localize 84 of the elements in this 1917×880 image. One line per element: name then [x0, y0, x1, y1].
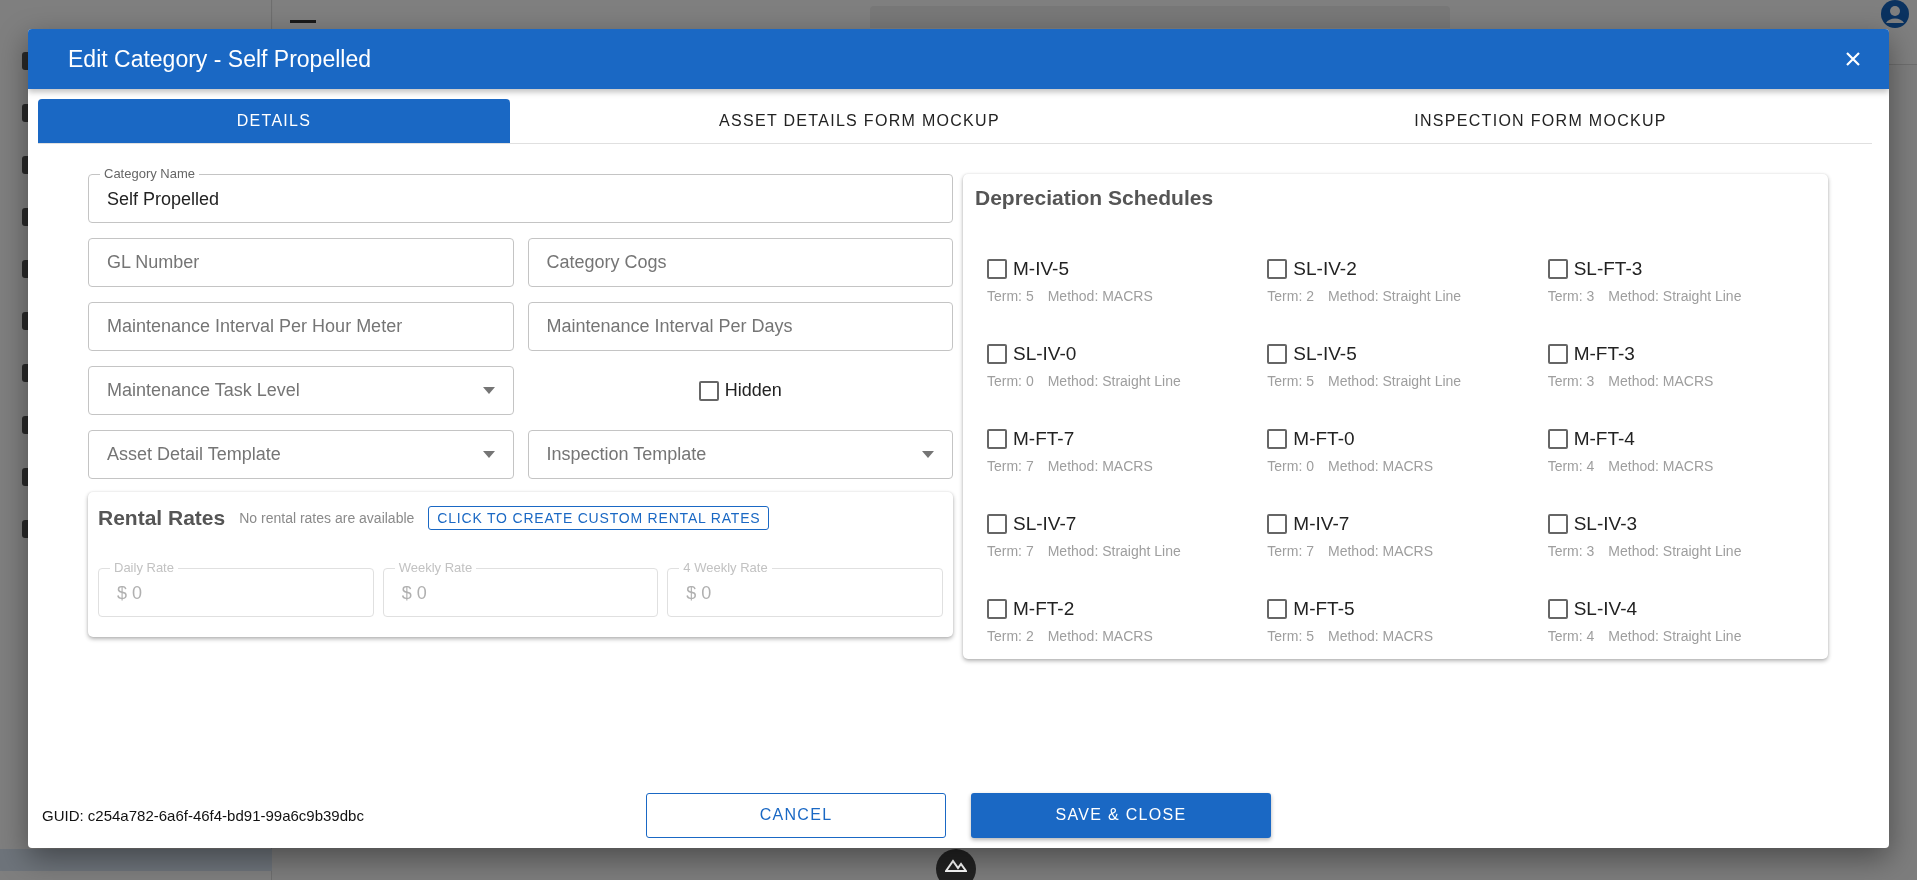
term-text: Term: 3	[1547, 288, 1595, 304]
checkbox[interactable]	[698, 380, 719, 401]
create-rates-button[interactable]: CLICK TO CREATE CUSTOM RENTAL RATES	[428, 506, 770, 530]
caret-icon	[482, 451, 495, 458]
select-field[interactable]: Asset Detail Template	[88, 430, 514, 479]
term-text: Term: 2	[1267, 288, 1314, 304]
term-text: Term: 4	[1547, 458, 1595, 474]
schedule-name[interactable]: SL-IV-0	[1013, 343, 1077, 365]
checkbox[interactable]	[1547, 514, 1568, 534]
tab[interactable]: DETAILS	[38, 99, 510, 143]
method-text: Method: Straight Line	[1328, 373, 1462, 389]
text-field[interactable]: Category Cogs	[527, 238, 953, 287]
term-text: Term: 5	[1267, 373, 1314, 389]
empty-note: No rental rates are available	[239, 510, 415, 526]
method-text: Method: Straight Line	[1047, 543, 1181, 559]
term-text: Term: 7	[987, 543, 1034, 559]
schedule-name[interactable]: M-FT-0	[1293, 428, 1355, 450]
method-text: Method: Straight Line	[1608, 288, 1742, 304]
term-text: Term: 0	[987, 373, 1034, 389]
term-text: Term: 2	[987, 628, 1034, 644]
schedule-name[interactable]: SL-IV-2	[1293, 258, 1357, 280]
checkbox[interactable]	[1547, 599, 1568, 619]
checkbox[interactable]	[987, 344, 1007, 364]
schedule-name[interactable]: M-IV-7	[1293, 513, 1350, 535]
term-text: Term: 3	[1547, 543, 1595, 559]
term-text: Term: 5	[987, 288, 1034, 304]
schedule-name[interactable]: SL-FT-3	[1573, 258, 1643, 280]
dialog-title: Edit Category - Self Propelled	[68, 45, 371, 73]
checkbox[interactable]	[987, 514, 1007, 534]
checkbox[interactable]	[987, 599, 1007, 619]
schedule-name[interactable]: SL-IV-4	[1573, 598, 1638, 620]
method-text: Method: Straight Line	[1608, 543, 1742, 559]
checkbox[interactable]	[1267, 259, 1288, 279]
schedule-name[interactable]: M-FT-5	[1293, 598, 1355, 620]
schedule-name[interactable]: SL-IV-3	[1573, 513, 1638, 535]
method-text: Method: MACRS	[1047, 628, 1153, 644]
term-text: Term: 5	[1267, 628, 1314, 644]
text-field[interactable]: GL Number	[88, 238, 514, 287]
text-field[interactable]: Maintenance Interval Per Hour Meter	[88, 302, 514, 351]
section-title: Rental Rates	[98, 506, 226, 530]
checkbox[interactable]	[1547, 344, 1568, 364]
text-field[interactable]: Maintenance Interval Per Days	[527, 302, 953, 351]
schedule-name[interactable]: M-FT-7	[1013, 428, 1075, 450]
schedule-name[interactable]: M-FT-4	[1573, 428, 1635, 450]
checkbox[interactable]	[987, 429, 1007, 449]
method-text: Method: MACRS	[1328, 543, 1434, 559]
guid-text: GUID: c254a782-6a6f-46f4-bd91-99a6c9b39dbc	[42, 806, 365, 824]
checkbox[interactable]	[1547, 429, 1568, 449]
method-text: Method: MACRS	[1328, 458, 1434, 474]
schedule-name[interactable]: M-FT-2	[1013, 598, 1075, 620]
checkbox[interactable]	[1267, 429, 1288, 449]
method-text: Method: MACRS	[1608, 458, 1714, 474]
checkbox[interactable]	[987, 259, 1007, 279]
schedule-name[interactable]: M-IV-5	[1013, 258, 1069, 280]
term-text: Term: 4	[1547, 628, 1595, 644]
app-logo-icon[interactable]	[936, 849, 976, 880]
checkbox[interactable]	[1267, 344, 1288, 364]
term-text: Term: 0	[1267, 458, 1314, 474]
term-text: Term: 7	[987, 458, 1034, 474]
caret-icon	[922, 451, 934, 458]
cancel-button[interactable]: CANCEL	[646, 792, 946, 838]
section-title: Depreciation Schedules	[975, 186, 1215, 210]
method-text: Method: Straight Line	[1328, 288, 1462, 304]
save-button[interactable]: SAVE & CLOSE	[971, 792, 1271, 838]
method-text: Method: Straight Line	[1608, 628, 1742, 644]
checkbox-label[interactable]: Hidden	[724, 380, 782, 401]
method-text: Method: MACRS	[1047, 458, 1153, 474]
caret-icon	[482, 387, 495, 394]
method-text: Method: MACRS	[1047, 288, 1153, 304]
select-field[interactable]: Maintenance Task Level	[88, 366, 514, 415]
select-field[interactable]: Inspection Template	[527, 430, 953, 479]
close-icon[interactable]	[1845, 51, 1861, 67]
schedule-name[interactable]: M-FT-3	[1573, 343, 1635, 365]
schedule-name[interactable]: SL-IV-7	[1013, 513, 1077, 535]
checkbox[interactable]	[1547, 259, 1568, 279]
term-text: Term: 3	[1547, 373, 1595, 389]
method-text: Method: MACRS	[1608, 373, 1714, 389]
method-text: Method: Straight Line	[1047, 373, 1181, 389]
checkbox[interactable]	[1267, 514, 1288, 534]
method-text: Method: MACRS	[1328, 628, 1434, 644]
term-text: Term: 7	[1267, 543, 1314, 559]
checkbox[interactable]	[1267, 599, 1288, 619]
user-avatar-icon[interactable]	[1881, 0, 1909, 28]
schedule-name[interactable]: SL-IV-5	[1293, 343, 1357, 365]
